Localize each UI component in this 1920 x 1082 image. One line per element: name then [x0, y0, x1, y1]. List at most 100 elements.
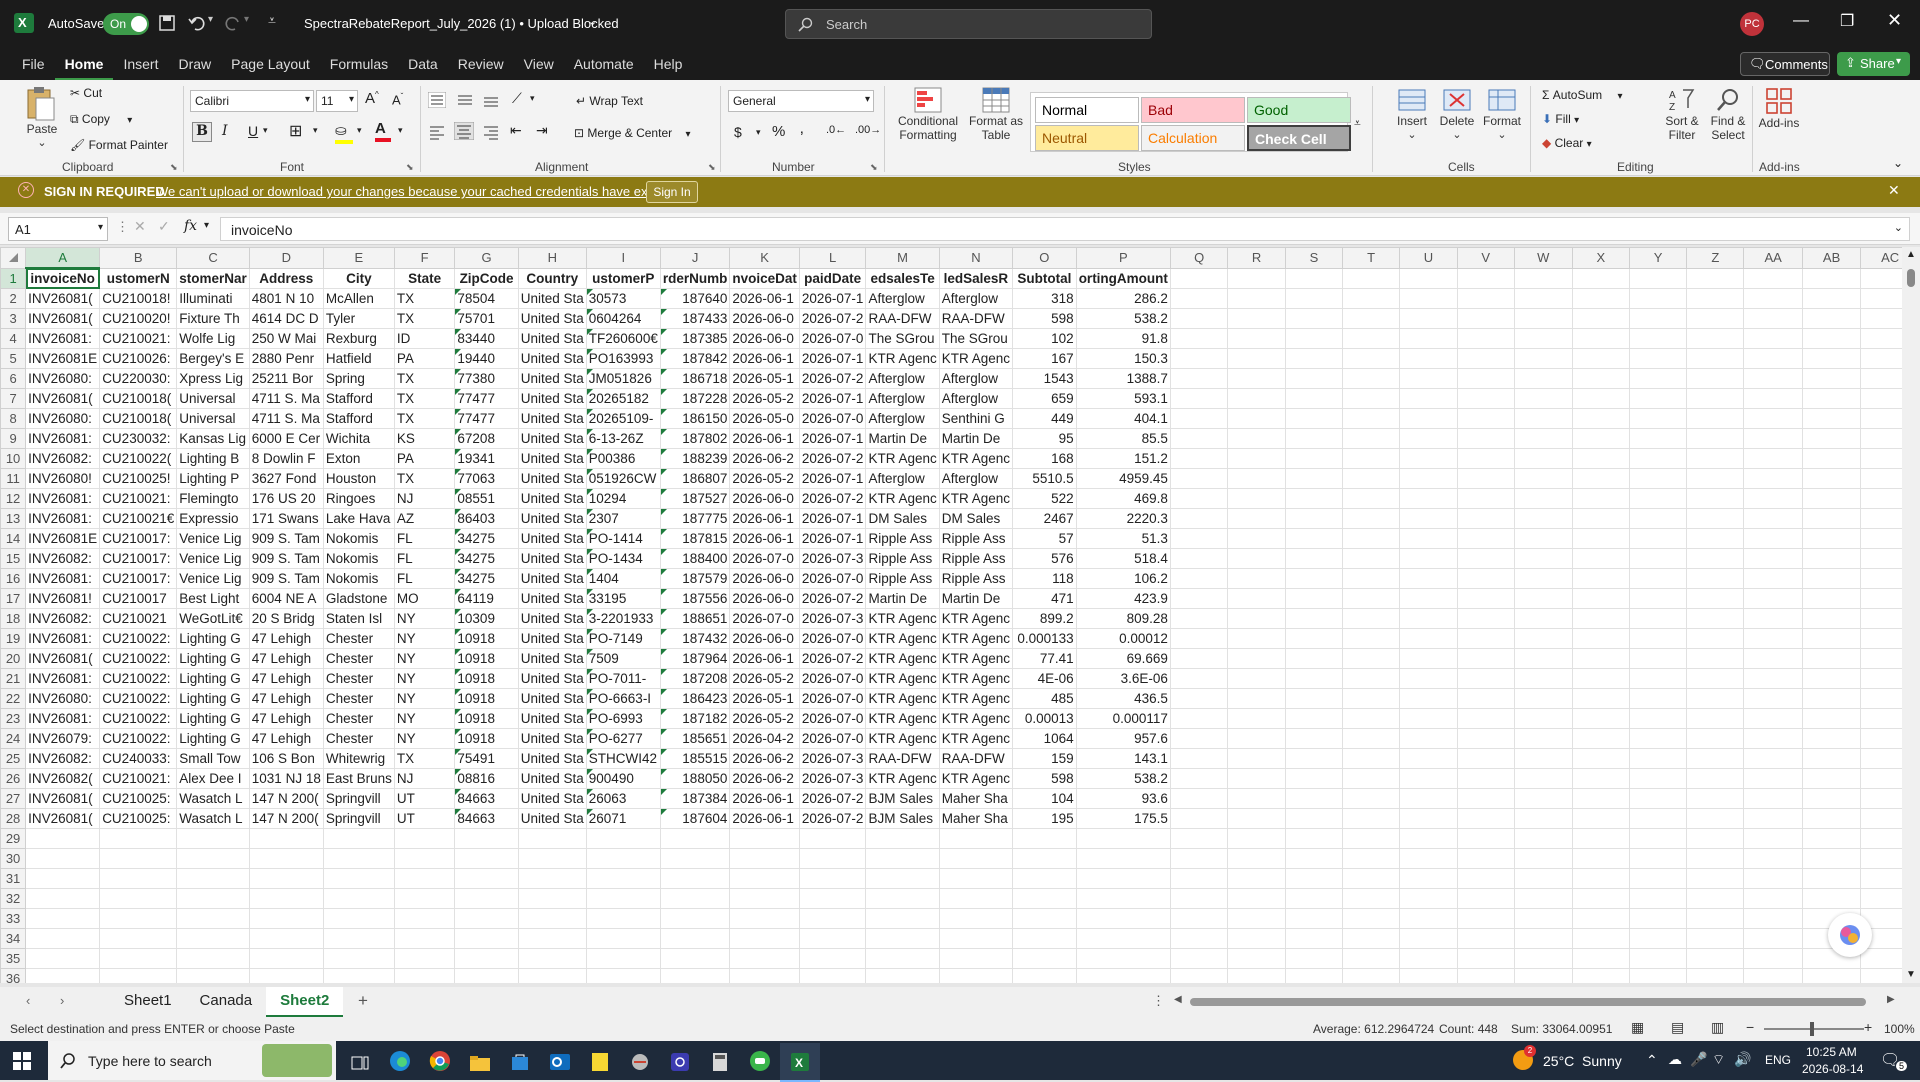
cell[interactable] — [729, 968, 800, 983]
cell[interactable]: 2026-07-0 — [798, 668, 867, 689]
cell[interactable]: 2026-04-2 — [729, 728, 800, 749]
cell[interactable] — [1686, 267, 1745, 289]
cell[interactable] — [659, 848, 731, 869]
cell[interactable]: 187964 — [659, 648, 731, 669]
cell[interactable]: CU210017 — [99, 588, 178, 609]
cell[interactable] — [1227, 708, 1286, 729]
cell[interactable] — [1743, 648, 1803, 669]
cell[interactable]: PO-6993 — [585, 708, 661, 729]
cell[interactable] — [729, 868, 800, 889]
cell[interactable]: 176 US 20 — [248, 488, 324, 509]
cell[interactable]: 2026-07-2 — [798, 808, 867, 829]
cell[interactable] — [1801, 588, 1862, 609]
tab-home[interactable]: Home — [54, 50, 114, 81]
cell[interactable] — [1628, 488, 1688, 509]
cell[interactable] — [1571, 708, 1630, 729]
cell[interactable]: 187579 — [659, 568, 731, 589]
cell[interactable] — [1628, 848, 1688, 869]
cell[interactable] — [1743, 748, 1803, 769]
cell[interactable] — [248, 928, 324, 949]
cell[interactable] — [729, 948, 800, 969]
cell[interactable] — [1399, 408, 1458, 429]
cell[interactable] — [1743, 448, 1803, 469]
cell[interactable]: United Sta — [517, 328, 587, 349]
insert-function-icon[interactable]: fx — [184, 218, 197, 234]
row-header[interactable]: 26 — [0, 768, 27, 789]
cell[interactable]: 2026-06-1 — [729, 648, 800, 669]
column-header[interactable]: X — [1571, 247, 1630, 269]
cell[interactable] — [1513, 728, 1573, 749]
cell[interactable]: 6000 E Cer — [248, 428, 324, 449]
row-header[interactable]: 17 — [0, 588, 27, 609]
cell[interactable] — [1456, 288, 1515, 309]
cell[interactable]: 57 — [1012, 528, 1077, 549]
cell[interactable] — [1628, 288, 1688, 309]
cell[interactable] — [1227, 548, 1286, 569]
cell[interactable] — [1284, 748, 1344, 769]
fx-chevron-icon[interactable]: ▾ — [204, 220, 209, 231]
cell[interactable]: Gladstone — [322, 588, 395, 609]
cell[interactable] — [1227, 428, 1286, 449]
cell[interactable]: Wasatch L — [176, 808, 250, 829]
cell[interactable] — [1227, 608, 1286, 629]
conditional-formatting-button[interactable]: Conditional Formatting — [896, 86, 960, 142]
cell[interactable] — [1227, 488, 1286, 509]
column-header[interactable]: A — [25, 247, 101, 269]
message-text[interactable]: We can't upload or download your changes… — [156, 184, 680, 199]
collapse-ribbon-icon[interactable]: ⌄ — [1893, 156, 1903, 170]
column-header[interactable]: N — [938, 247, 1014, 269]
cell[interactable] — [1342, 368, 1401, 389]
cell[interactable]: Lighting G — [176, 668, 250, 689]
cell[interactable] — [1169, 428, 1229, 449]
cell[interactable]: 2026-07-3 — [798, 768, 867, 789]
cell[interactable]: 286.2 — [1075, 288, 1171, 309]
cell[interactable]: 77063 — [454, 468, 519, 489]
cell[interactable] — [1169, 668, 1229, 689]
cell[interactable] — [1342, 267, 1401, 289]
cell[interactable]: 2026-07-3 — [798, 548, 867, 569]
cell[interactable]: 95 — [1012, 428, 1077, 449]
cell[interactable] — [1571, 388, 1630, 409]
cell[interactable] — [1686, 768, 1745, 789]
cell[interactable]: 3.6E-06 — [1075, 668, 1171, 689]
cell[interactable]: Lighting G — [176, 648, 250, 669]
row-header[interactable]: 22 — [0, 688, 27, 709]
cell[interactable]: 106.2 — [1075, 568, 1171, 589]
cell[interactable]: edsalesTe — [865, 267, 940, 289]
cell[interactable] — [1227, 948, 1286, 969]
cell[interactable]: CU210021: — [99, 488, 178, 509]
cell[interactable]: Venice Lig — [176, 568, 250, 589]
cell[interactable] — [1169, 828, 1229, 849]
cell[interactable] — [1571, 728, 1630, 749]
cell[interactable] — [1284, 968, 1344, 983]
cell[interactable] — [1399, 868, 1458, 889]
cell[interactable] — [1456, 548, 1515, 569]
cell[interactable]: PO-1434 — [585, 548, 661, 569]
cell[interactable]: 47 Lehigh — [248, 668, 324, 689]
cell[interactable] — [1628, 868, 1688, 889]
cell[interactable]: ZipCode — [454, 267, 519, 289]
cell[interactable]: BJM Sales — [865, 808, 940, 829]
cell[interactable]: NY — [393, 708, 456, 729]
cell[interactable]: 2026-07-3 — [798, 748, 867, 769]
cell[interactable] — [1686, 808, 1745, 829]
cell[interactable] — [99, 828, 178, 849]
cell[interactable] — [1342, 748, 1401, 769]
cell[interactable]: INV26081: — [25, 508, 101, 529]
row-header[interactable]: 14 — [0, 528, 27, 549]
cell[interactable]: paidDate — [798, 267, 867, 289]
cell-style-bad[interactable]: Bad — [1141, 97, 1245, 123]
cell[interactable]: Best Light — [176, 588, 250, 609]
cell[interactable]: PO-6663-I — [585, 688, 661, 709]
enter-icon[interactable]: ✓ — [158, 218, 170, 235]
underline-chevron-icon[interactable]: ▾ — [263, 125, 268, 136]
cell[interactable]: PA — [393, 348, 456, 369]
cell[interactable] — [1743, 368, 1803, 389]
cell[interactable] — [1743, 528, 1803, 549]
cell[interactable]: 0.000117 — [1075, 708, 1171, 729]
network-cloud-icon[interactable]: ☁ — [1668, 1051, 1682, 1068]
tab-review[interactable]: Review — [448, 48, 514, 80]
cell[interactable] — [1513, 588, 1573, 609]
cell[interactable] — [1686, 368, 1745, 389]
cell[interactable] — [248, 848, 324, 869]
